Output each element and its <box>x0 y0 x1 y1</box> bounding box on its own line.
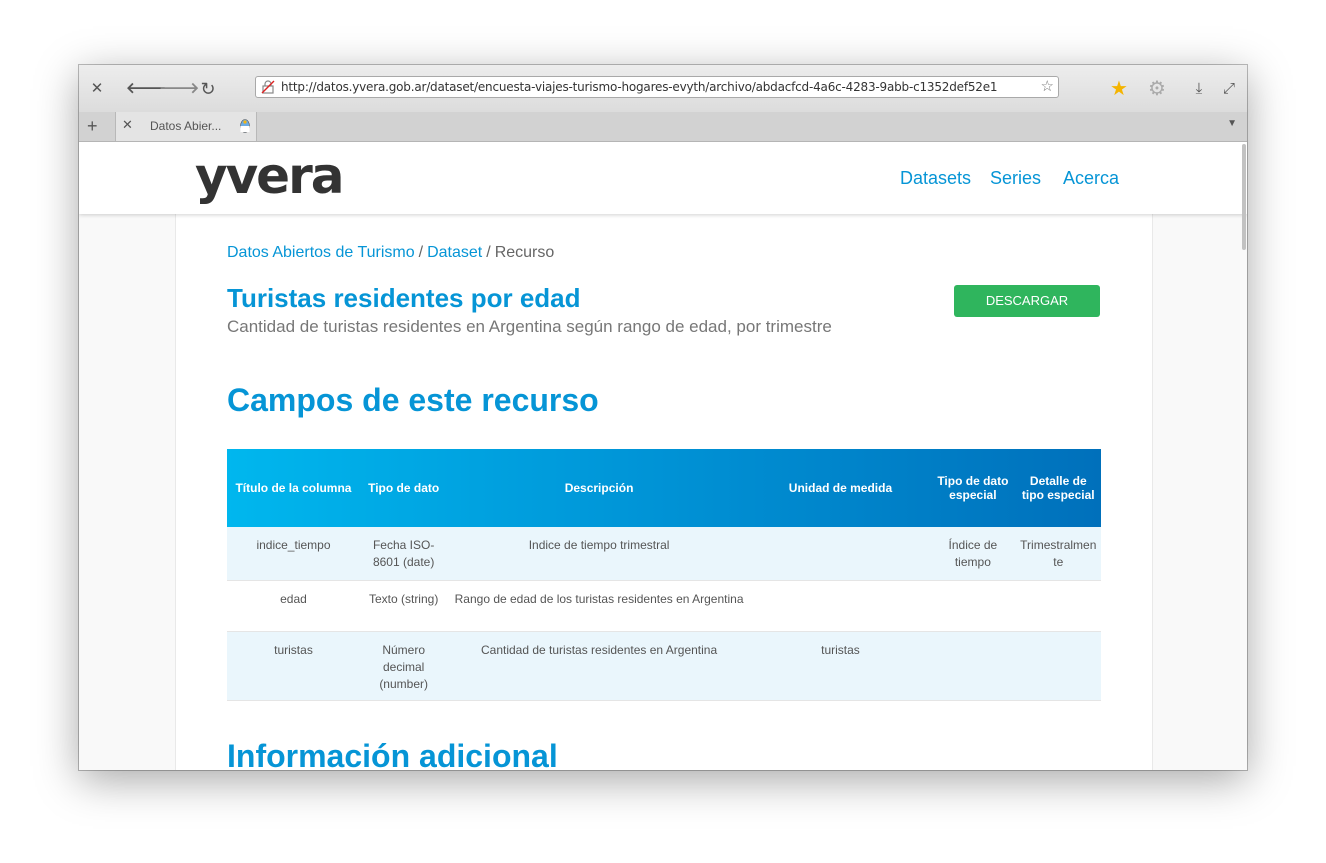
download-button[interactable]: DESCARGAR <box>954 285 1100 317</box>
forward-icon[interactable]: 🡒 <box>159 77 199 101</box>
nav-datasets[interactable]: Datasets <box>900 168 971 189</box>
fields-heading: Campos de este recurso <box>227 382 599 418</box>
column-header: Tipo de dato especial <box>937 474 1009 502</box>
download-icon[interactable]: ⤓ <box>1187 77 1211 101</box>
table-cell: turistas <box>227 631 360 701</box>
table-cell <box>1015 580 1101 632</box>
breadcrumb-current: Recurso <box>494 244 555 261</box>
breadcrumb-dataset-link[interactable]: Dataset <box>427 244 482 261</box>
table-cell <box>750 580 931 632</box>
fullscreen-icon[interactable]: ⤢ <box>1217 77 1241 101</box>
column-header: Descripción <box>564 481 634 495</box>
column-header: Unidad de medida <box>788 481 893 495</box>
table-row: indice_tiempo Fecha ISO-8601 (date) Indi… <box>227 527 1101 581</box>
column-header: Tipo de dato <box>368 481 440 495</box>
table-cell <box>750 527 931 581</box>
table-header-row: Título de la columna Tipo de dato Descri… <box>227 449 1101 527</box>
browser-toolbar: ✕ 🡐 🡒 ↻ http://datos.yvera.gob.ar/datase… <box>79 65 1247 113</box>
table-cell: Rango de edad de los turistas residentes… <box>447 580 751 632</box>
url-text[interactable]: http://datos.yvera.gob.ar/dataset/encues… <box>281 77 998 97</box>
table-cell <box>930 580 1016 632</box>
table-cell: turistas <box>750 631 931 701</box>
table-row: turistas Número decimal (number) Cantida… <box>227 631 1101 701</box>
insecure-lock-icon <box>261 80 275 94</box>
bookmark-star-icon[interactable]: ☆ <box>1041 78 1054 96</box>
table-cell: Texto (string) <box>359 580 448 632</box>
table-cell: Indice de tiempo trimestral <box>447 527 751 581</box>
breadcrumb-home-link[interactable]: Datos Abiertos de Turismo <box>227 244 415 261</box>
table-cell: indice_tiempo <box>227 527 360 581</box>
tab-close-icon[interactable]: ✕ <box>122 117 133 133</box>
page-title: Turistas residentes por edad <box>227 283 581 313</box>
vertical-scrollbar[interactable] <box>1242 144 1246 250</box>
site-header: yvera Datasets Series Acerca <box>79 142 1247 214</box>
table-cell <box>930 631 1016 701</box>
reload-icon[interactable]: ↻ <box>196 77 220 101</box>
yvera-logo[interactable]: yvera <box>195 148 344 204</box>
breadcrumb-separator: / <box>486 244 491 261</box>
table-cell <box>1015 631 1101 701</box>
tab-list-dropdown-icon[interactable]: ▼ <box>1227 118 1237 129</box>
table-cell: Cantidad de turistas residentes en Argen… <box>447 631 751 701</box>
breadcrumb-separator: / <box>418 244 424 261</box>
breadcrumb: Datos Abiertos de Turismo / Dataset / Recurs… <box>227 244 554 262</box>
fields-table: Título de la columna Tipo de dato Descri… <box>227 449 1101 701</box>
new-tab-icon[interactable]: + <box>87 116 98 136</box>
close-window-icon[interactable]: ✕ <box>85 77 109 101</box>
browser-window: ✕ 🡐 🡒 ↻ http://datos.yvera.gob.ar/datase… <box>79 65 1247 770</box>
additional-info-heading: Información adicional <box>227 738 558 770</box>
nav-series[interactable]: Series <box>990 168 1041 189</box>
table-cell: edad <box>227 580 360 632</box>
table-cell: Número decimal (number) <box>359 631 448 701</box>
tab-datos-abiertos[interactable]: ✕ Datos Abier... <box>115 112 257 141</box>
table-row: edad Texto (string) Rango de edad de los… <box>227 580 1101 632</box>
table-cell: Trimestralmente <box>1015 527 1101 581</box>
column-header: Detalle de tipo especial <box>1021 474 1095 502</box>
argentina-emblem-favicon-icon <box>240 119 250 133</box>
table-cell: Fecha ISO-8601 (date) <box>359 527 448 581</box>
tab-title: Datos Abier... <box>150 119 222 133</box>
favorites-icon[interactable]: ★ <box>1107 77 1131 101</box>
address-bar[interactable]: http://datos.yvera.gob.ar/dataset/encues… <box>255 76 1059 98</box>
back-icon[interactable]: 🡐 <box>126 77 166 101</box>
settings-gear-icon[interactable]: ⚙ <box>1145 77 1169 101</box>
tab-bar: + ✕ Datos Abier... ▼ <box>79 112 1247 142</box>
page-subtitle: Cantidad de turistas residentes en Argen… <box>227 317 832 336</box>
page-viewport: yvera Datasets Series Acerca Datos Abier… <box>79 142 1247 770</box>
main-content: Datos Abiertos de Turismo / Dataset / Recurs… <box>175 214 1153 770</box>
column-header: Título de la columna <box>235 481 352 495</box>
nav-acerca[interactable]: Acerca <box>1063 168 1119 189</box>
table-cell: Índice de tiempo <box>930 527 1016 581</box>
